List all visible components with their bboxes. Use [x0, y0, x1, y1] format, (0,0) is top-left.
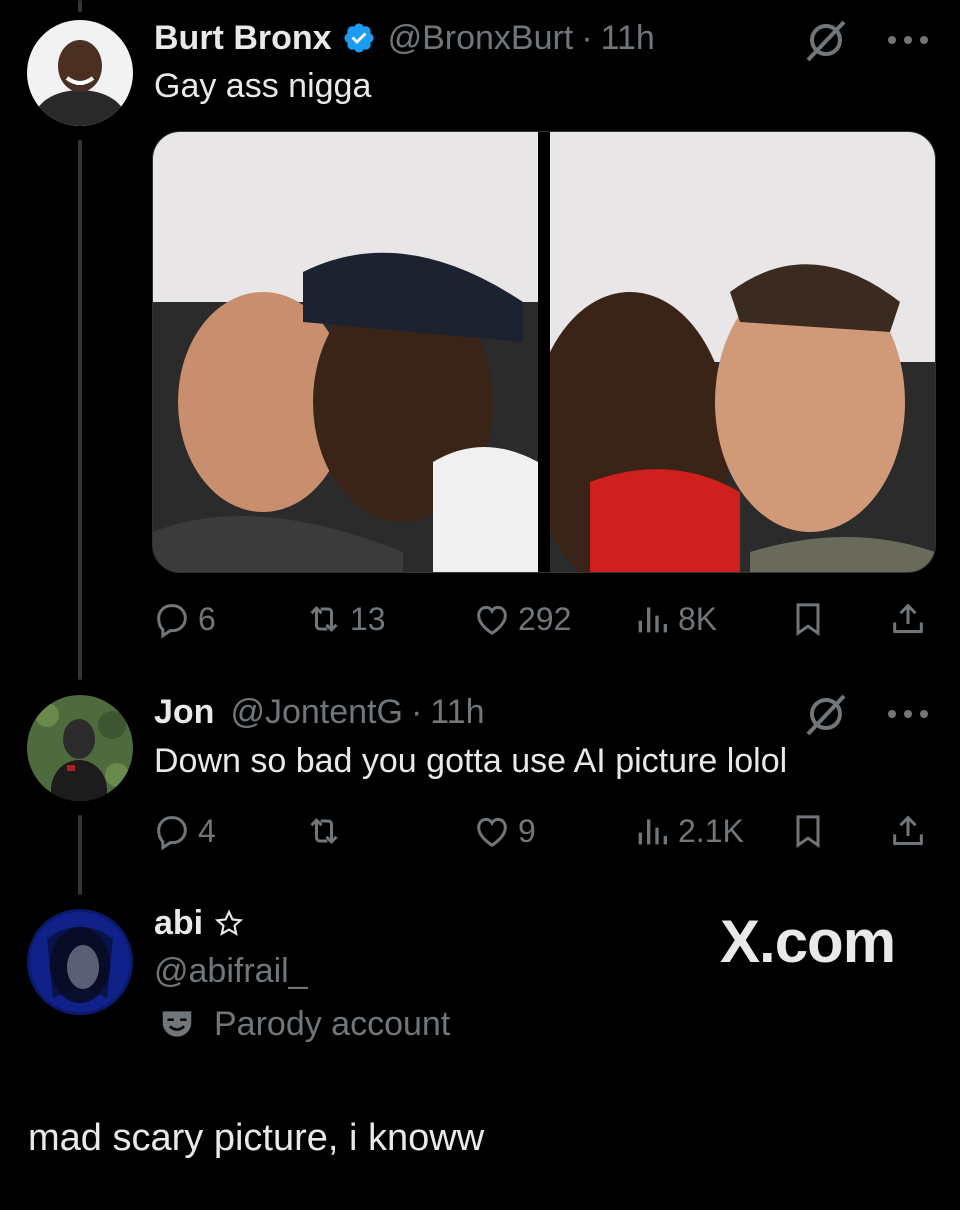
avatar-tweet2[interactable]: [27, 695, 133, 801]
bookmark-icon: [796, 603, 820, 637]
author3-post-text: mad scary picture, i knoww: [28, 1117, 485, 1159]
tweet2-handle[interactable]: @JontentG: [230, 692, 403, 732]
tweet2-separator: ·: [410, 693, 423, 731]
more-icon[interactable]: [884, 16, 932, 64]
author3-display-name[interactable]: abi: [154, 904, 203, 943]
bookmark-button[interactable]: [788, 806, 834, 856]
grok-icon[interactable]: [802, 690, 850, 738]
tweet1-media-photo-2[interactable]: [550, 132, 935, 572]
tweet1-header: Burt Bronx @BronxBurt · 11h: [154, 18, 655, 58]
tweet1-handle[interactable]: @BronxBurt: [388, 18, 574, 58]
reply-icon: [157, 604, 187, 639]
author3-handle[interactable]: @abifrail_: [154, 951, 308, 991]
share-icon: [893, 815, 923, 845]
like-icon: [477, 817, 507, 847]
tweet1-separator: ·: [581, 19, 593, 57]
grok-icon[interactable]: [802, 16, 850, 64]
tweet1-display-name[interactable]: Burt Bronx: [154, 18, 332, 58]
share-button[interactable]: [888, 594, 934, 644]
parody-label-text: Parody account: [214, 1005, 451, 1043]
repost-icon: [310, 818, 338, 844]
reply-button[interactable]: 4: [152, 806, 216, 856]
star-outline-icon: [214, 908, 244, 936]
like-count: 292: [518, 600, 572, 637]
reply-button[interactable]: 6: [152, 594, 216, 644]
parody-label: Parody account: [158, 1004, 450, 1044]
views-icon: [638, 819, 667, 845]
thread-line-1: [78, 140, 82, 680]
reply-count: 4: [198, 812, 216, 849]
tweet2-text: Down so bad you gotta use AI picture lol…: [154, 742, 788, 780]
views-count: 2.1K: [678, 812, 744, 849]
like-icon: [477, 605, 507, 635]
share-icon: [893, 603, 923, 633]
tweet1-time[interactable]: 11h: [601, 18, 655, 58]
repost-icon: [310, 606, 338, 632]
views-icon: [638, 607, 667, 633]
avatar-author3[interactable]: [27, 909, 133, 1015]
like-button[interactable]: 9: [472, 806, 536, 856]
tweet2-display-name[interactable]: Jon: [154, 692, 214, 732]
thread-line-top: [78, 0, 82, 12]
tweet2-action-bar: 4 9 2.1K: [152, 806, 934, 856]
more-icon[interactable]: [884, 690, 932, 738]
views-button[interactable]: 8K: [632, 594, 717, 644]
reply-count: 6: [198, 600, 216, 637]
tweet1-media-photo-1[interactable]: [153, 132, 538, 572]
repost-count: 13: [350, 600, 386, 637]
parody-mask-icon: [162, 1011, 192, 1037]
verified-badge-icon: [344, 23, 374, 53]
like-button[interactable]: 292: [472, 594, 571, 644]
repost-button[interactable]: 13: [304, 594, 386, 644]
tweet1-action-bar: 6 13 292 8K: [152, 594, 934, 644]
tweet2-header: Jon @JontentG · 11h: [154, 692, 485, 732]
xcom-watermark: X.com: [720, 908, 896, 975]
bookmark-icon: [796, 815, 820, 849]
bookmark-button[interactable]: [788, 594, 834, 644]
share-button[interactable]: [888, 806, 934, 856]
reply-icon: [157, 816, 187, 851]
tweet2-time[interactable]: 11h: [430, 692, 484, 732]
repost-button[interactable]: [304, 806, 350, 856]
views-button[interactable]: 2.1K: [632, 806, 744, 856]
avatar-tweet1[interactable]: [27, 20, 133, 126]
tweet1-media-grid[interactable]: [152, 131, 936, 573]
thread-line-2: [78, 815, 82, 895]
views-count: 8K: [678, 600, 718, 637]
tweet1-text: Gay ass nigga: [154, 67, 372, 105]
author3-name-row: abi: [154, 904, 245, 943]
like-count: 9: [518, 812, 536, 849]
